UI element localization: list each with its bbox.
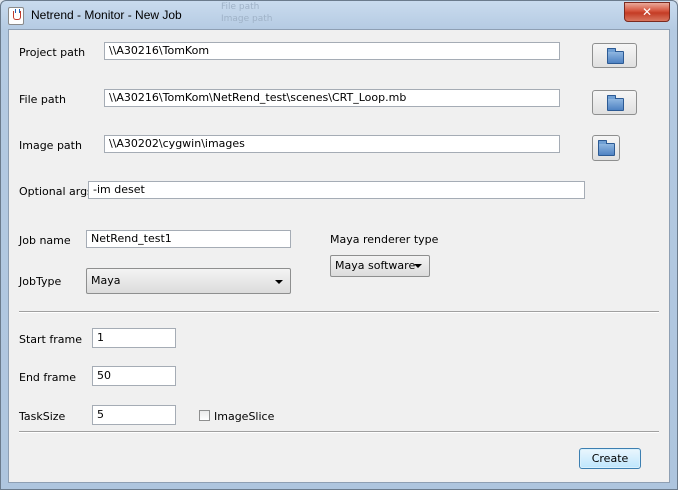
renderer-type-value: Maya software <box>335 259 416 272</box>
close-icon: ✕ <box>641 5 653 19</box>
separator <box>19 431 659 433</box>
renderer-type-select[interactable]: Maya software <box>330 255 430 277</box>
file-path-browse-button[interactable] <box>592 90 637 115</box>
end-frame-label: End frame <box>19 371 77 384</box>
new-job-window: Netrend - Monitor - New Job File path Im… <box>0 0 678 490</box>
file-path-input[interactable]: \\A30216\TomKom\NetRend_test\scenes\CRT_… <box>104 89 560 107</box>
background-window-text: File path Image path <box>221 1 301 27</box>
separator <box>19 311 659 313</box>
image-path-browse-button[interactable] <box>592 135 620 161</box>
close-button[interactable]: ✕ <box>624 2 670 22</box>
image-slice-label: ImageSlice <box>214 410 275 423</box>
optional-args-input[interactable]: -im deset <box>88 181 585 199</box>
create-button[interactable]: Create <box>579 448 641 469</box>
task-size-input[interactable]: 5 <box>92 405 176 425</box>
folder-icon <box>606 47 624 64</box>
folder-icon <box>606 94 624 111</box>
chevron-down-icon <box>414 264 422 268</box>
ghost-text: Image path <box>221 14 273 24</box>
java-icon <box>8 7 24 25</box>
job-type-select[interactable]: Maya <box>86 268 291 294</box>
file-path-label: File path <box>19 93 66 106</box>
job-type-value: Maya <box>91 274 121 287</box>
image-slice-checkbox[interactable] <box>199 410 210 421</box>
window-title: Netrend - Monitor - New Job <box>31 8 182 22</box>
ghost-text: File path <box>221 2 260 12</box>
project-path-browse-button[interactable] <box>592 43 637 68</box>
optional-args-label: Optional args <box>19 185 93 198</box>
folder-icon <box>598 140 615 156</box>
image-path-input[interactable]: \\A30202\cygwin\images <box>104 135 560 153</box>
renderer-type-label: Maya renderer type <box>330 233 439 246</box>
start-frame-label: Start frame <box>19 333 82 346</box>
title-bar[interactable]: Netrend - Monitor - New Job File path Im… <box>1 1 677 29</box>
project-path-input[interactable]: \\A30216\TomKom <box>104 42 560 60</box>
end-frame-input[interactable]: 50 <box>92 366 176 386</box>
project-path-label: Project path <box>19 46 86 59</box>
job-name-input[interactable]: NetRend_test1 <box>86 230 291 248</box>
start-frame-input[interactable]: 1 <box>92 328 176 348</box>
image-path-label: Image path <box>19 139 82 152</box>
task-size-label: TaskSize <box>19 410 66 423</box>
job-name-label: Job name <box>19 234 71 247</box>
chevron-down-icon <box>275 280 283 284</box>
job-type-label: JobType <box>19 275 62 288</box>
dialog-content: Project path \\A30216\TomKom File path \… <box>8 29 670 483</box>
